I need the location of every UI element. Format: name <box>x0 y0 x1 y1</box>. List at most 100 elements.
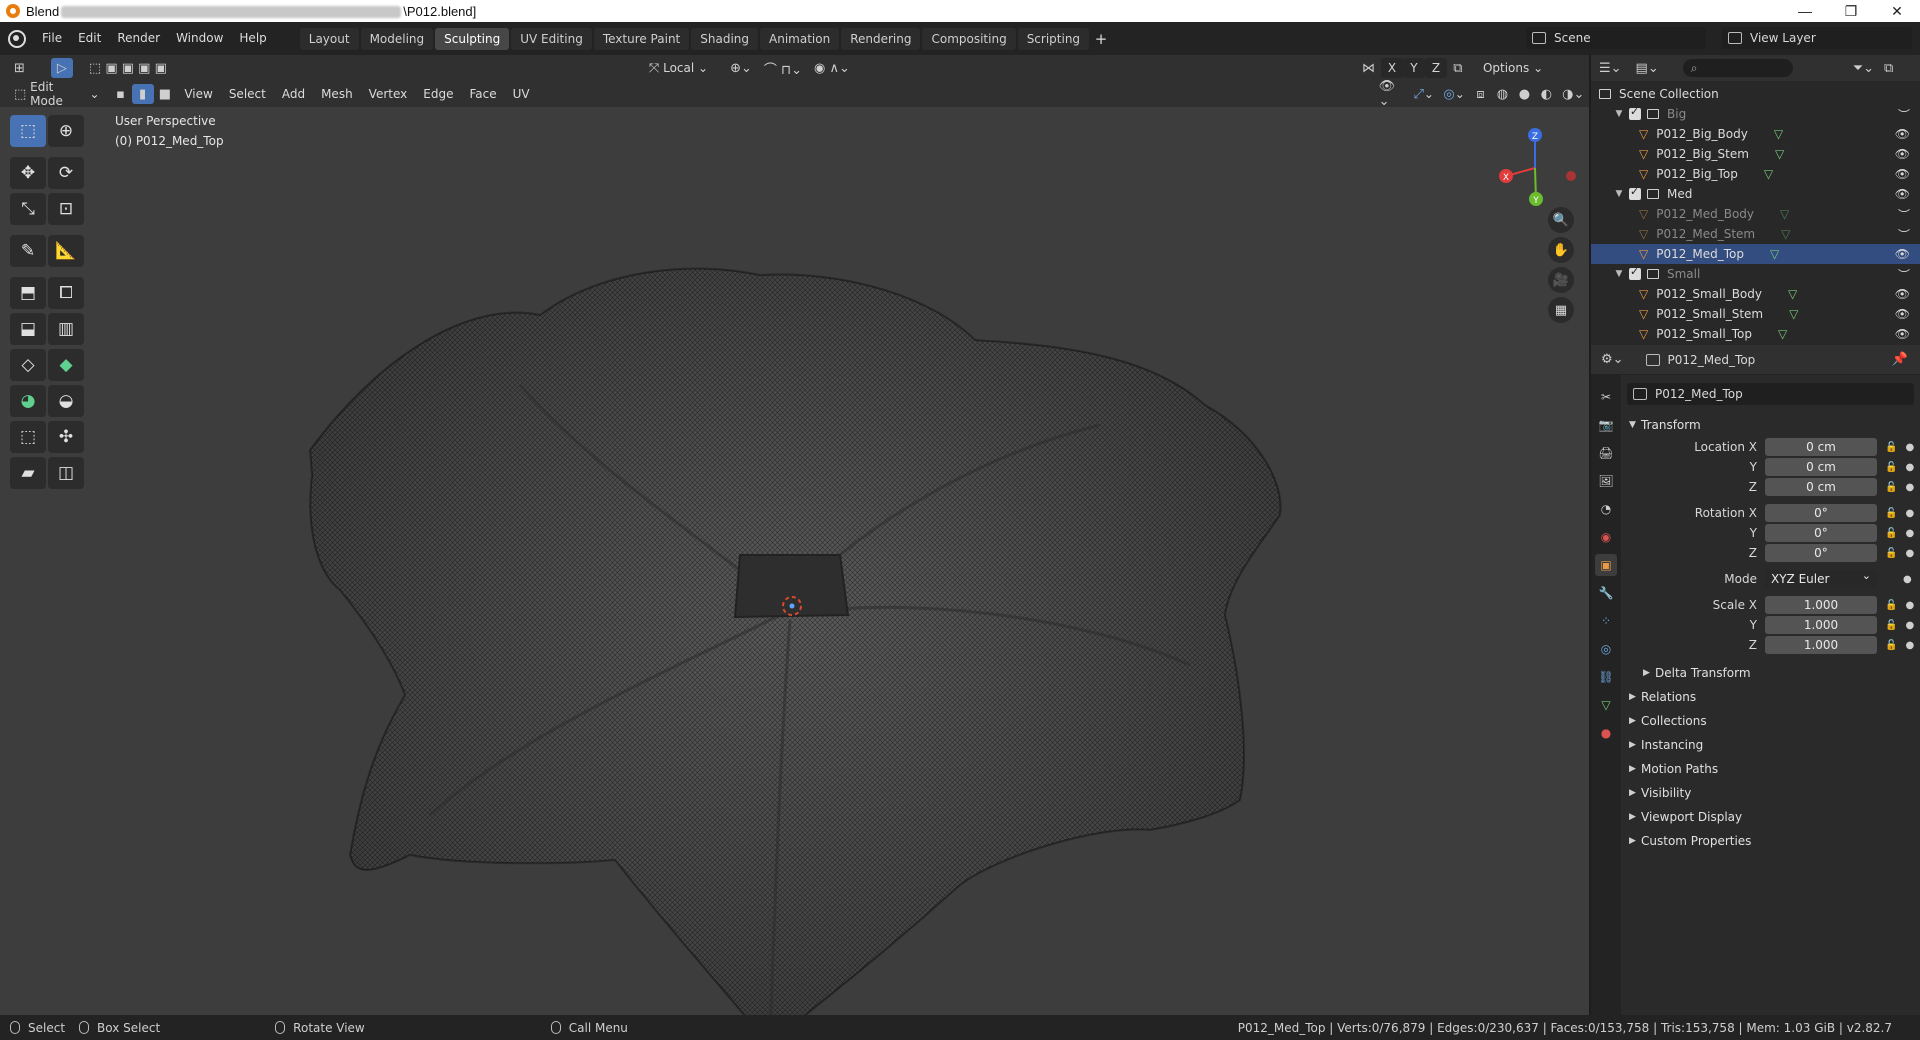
tab-scripting[interactable]: Scripting <box>1017 27 1090 50</box>
tab-rendering[interactable]: Rendering <box>841 27 921 50</box>
menu-vertex[interactable]: Vertex <box>361 87 416 101</box>
hidden-eye-icon[interactable]: ︶ <box>1898 266 1910 283</box>
maximize-button[interactable]: ❐ <box>1828 0 1874 22</box>
minimize-button[interactable]: — <box>1782 0 1828 22</box>
eye-icon[interactable]: 👁 <box>1895 307 1910 321</box>
collections-panel-header[interactable]: ▶ Collections <box>1621 709 1920 733</box>
outliner-collection-small[interactable]: ▼ Small ︶ <box>1591 264 1920 284</box>
edge-select-mode[interactable]: ▮ <box>131 84 154 104</box>
mesh-data-icon[interactable]: ▽ <box>1781 227 1790 241</box>
add-workspace-icon[interactable]: + <box>1090 28 1112 50</box>
rotate-tool-icon[interactable]: ⟳ <box>48 157 84 189</box>
outliner-object-big-top[interactable]: ▽ P012_Big_Top ▽ 👁 <box>1591 164 1920 184</box>
extrude-tool-icon[interactable]: ⬒ <box>10 277 46 309</box>
outliner-object-small-top[interactable]: ▽ P012_Small_Top ▽ 👁 <box>1591 324 1920 344</box>
shading-solid-icon[interactable]: ● <box>1513 84 1535 104</box>
outliner-collection-big[interactable]: ▼ Big ︶ <box>1591 104 1920 124</box>
options-dropdown[interactable]: Options ⌄ <box>1477 58 1549 78</box>
scale-z-field[interactable]: 1.000 <box>1765 636 1877 654</box>
view-layer-tab-icon[interactable]: 🖼 <box>1595 470 1617 492</box>
mesh-data-icon[interactable]: ▽ <box>1774 127 1783 141</box>
menu-render[interactable]: Render <box>109 22 168 55</box>
transform-panel-header[interactable]: ▼ Transform <box>1621 413 1920 437</box>
instancing-panel-header[interactable]: ▶ Instancing <box>1621 733 1920 757</box>
shading-rendered-icon[interactable]: ◑⌄ <box>1557 84 1589 104</box>
object-tab-icon[interactable]: ▣ <box>1595 554 1617 576</box>
scale-tool-icon[interactable]: ⤡ <box>10 193 46 225</box>
world-tab-icon[interactable]: ◉ <box>1595 526 1617 548</box>
pin-icon[interactable]: 📌 <box>1892 352 1908 367</box>
keyframe-dot-icon[interactable]: ● <box>1905 482 1914 493</box>
mesh-data-icon[interactable]: ▽ <box>1788 287 1797 301</box>
keyframe-dot-icon[interactable]: ● <box>1905 528 1914 539</box>
collection-checkbox[interactable] <box>1629 265 1641 280</box>
proportional-edit-icon[interactable]: ◉ ∧⌄ <box>808 58 856 78</box>
3d-viewport[interactable]: ⊞ ▷ ⬚ ▣ ▣ ▣ ▣ ⤧ Local ⌄ ⊕⌄ ⌒ ⊓⌄ ◉ ∧⌄ ⋈ X… <box>0 55 1589 1015</box>
rotation-z-field[interactable]: 0° <box>1765 544 1877 562</box>
lock-icon[interactable]: 🔓 <box>1885 528 1897 539</box>
eye-icon[interactable]: 👁 <box>1895 287 1910 301</box>
menu-file[interactable]: File <box>34 22 70 55</box>
outliner-scene-collection[interactable]: Scene Collection <box>1591 84 1920 104</box>
scale-x-field[interactable]: 1.000 <box>1765 596 1877 614</box>
hidden-eye-icon[interactable]: ︶ <box>1898 226 1910 243</box>
outliner-object-med-stem[interactable]: ▽ P012_Med_Stem ▽ ︶ <box>1591 224 1920 244</box>
outliner-object-med-body[interactable]: ▽ P012_Med_Body ▽ ︶ <box>1591 204 1920 224</box>
tab-uv-editing[interactable]: UV Editing <box>511 27 592 50</box>
shading-material-icon[interactable]: ◐ <box>1535 84 1557 104</box>
poly-build-tool-icon[interactable]: ◆ <box>48 349 84 381</box>
mesh-data-icon[interactable]: ▽ <box>1764 167 1773 181</box>
scale-y-field[interactable]: 1.000 <box>1765 616 1877 634</box>
location-y-field[interactable]: 0 cm <box>1765 458 1877 476</box>
transform-orientation-dropdown[interactable]: ⤧ Local ⌄ <box>643 58 714 78</box>
navigation-gizmo[interactable]: Z X Y <box>1490 123 1580 213</box>
keyframe-dot-icon[interactable]: ● <box>1905 508 1914 519</box>
keyframe-dot-icon[interactable]: ● <box>1905 442 1914 453</box>
camera-view-icon[interactable]: 🎥 <box>1548 267 1574 293</box>
output-tab-icon[interactable]: 🖨 <box>1595 442 1617 464</box>
keyframe-dot-icon[interactable]: ● <box>1903 574 1912 585</box>
cursor-tool-icon[interactable]: ⊕ <box>48 115 84 147</box>
display-mode-icon[interactable]: ▤⌄ <box>1636 61 1659 76</box>
axis-y-toggle[interactable]: Y <box>1402 58 1425 78</box>
outliner-object-med-top[interactable]: ▽ P012_Med_Top ▽ 👁 <box>1591 244 1920 264</box>
viewport-display-panel-header[interactable]: ▶ Viewport Display <box>1621 805 1920 829</box>
location-z-field[interactable]: 0 cm <box>1765 478 1877 496</box>
pivot-point-icon[interactable]: ⊕⌄ <box>724 58 758 78</box>
modifier-tab-icon[interactable]: 🔧 <box>1595 582 1617 604</box>
delta-transform-panel-header[interactable]: ▶ Delta Transform <box>1621 661 1920 685</box>
eye-icon[interactable]: 👁 <box>1895 147 1910 161</box>
tab-sculpting[interactable]: Sculpting <box>435 27 510 50</box>
select-tool-icon[interactable]: ▷ <box>50 58 73 78</box>
view-layer-selector[interactable]: View Layer <box>1722 27 1912 49</box>
mesh-data-icon[interactable]: ▽ <box>1778 327 1787 341</box>
tab-modeling[interactable]: Modeling <box>360 27 434 50</box>
scene-tab-icon[interactable]: ◔ <box>1595 498 1617 520</box>
mesh-data-icon[interactable]: ▽ <box>1770 247 1779 261</box>
particles-tab-icon[interactable]: ⁘ <box>1595 610 1617 632</box>
expand-arrow-icon[interactable]: ▼ <box>1613 189 1625 199</box>
outliner-object-small-body[interactable]: ▽ P012_Small_Body ▽ 👁 <box>1591 284 1920 304</box>
shading-wireframe-icon[interactable]: ◍ <box>1491 84 1513 104</box>
edge-slide-tool-icon[interactable]: ⬚ <box>10 421 46 453</box>
tool-tab-icon[interactable]: ✂ <box>1595 386 1617 408</box>
mesh-data-icon[interactable]: ▽ <box>1789 307 1798 321</box>
mirror-axis-icon[interactable]: ⋈ <box>1356 58 1381 78</box>
relations-panel-header[interactable]: ▶ Relations <box>1621 685 1920 709</box>
bevel-tool-icon[interactable]: ⬓ <box>10 313 46 345</box>
filter-icon[interactable]: ⏷⌄ <box>1853 61 1874 76</box>
loop-cut-tool-icon[interactable]: ▥ <box>48 313 84 345</box>
render-tab-icon[interactable]: 📷 <box>1595 414 1617 436</box>
blender-logo-icon[interactable] <box>8 29 26 48</box>
keyframe-dot-icon[interactable]: ● <box>1905 620 1914 631</box>
gizmo-neg-x-axis[interactable] <box>1566 171 1576 181</box>
menu-mesh[interactable]: Mesh <box>313 87 361 101</box>
gizmo-toggle-icon[interactable]: ⤢ ⌄ <box>1409 84 1439 104</box>
annotate-tool-icon[interactable]: ✎ <box>10 235 46 267</box>
lock-icon[interactable]: 🔓 <box>1885 620 1897 631</box>
eye-icon[interactable]: 👁 <box>1895 327 1910 341</box>
transform-tool-icon[interactable]: ⊡ <box>48 193 84 225</box>
menu-window[interactable]: Window <box>168 22 231 55</box>
visibility-panel-header[interactable]: ▶ Visibility <box>1621 781 1920 805</box>
mesh-data-tab-icon[interactable]: ▽ <box>1595 694 1617 716</box>
